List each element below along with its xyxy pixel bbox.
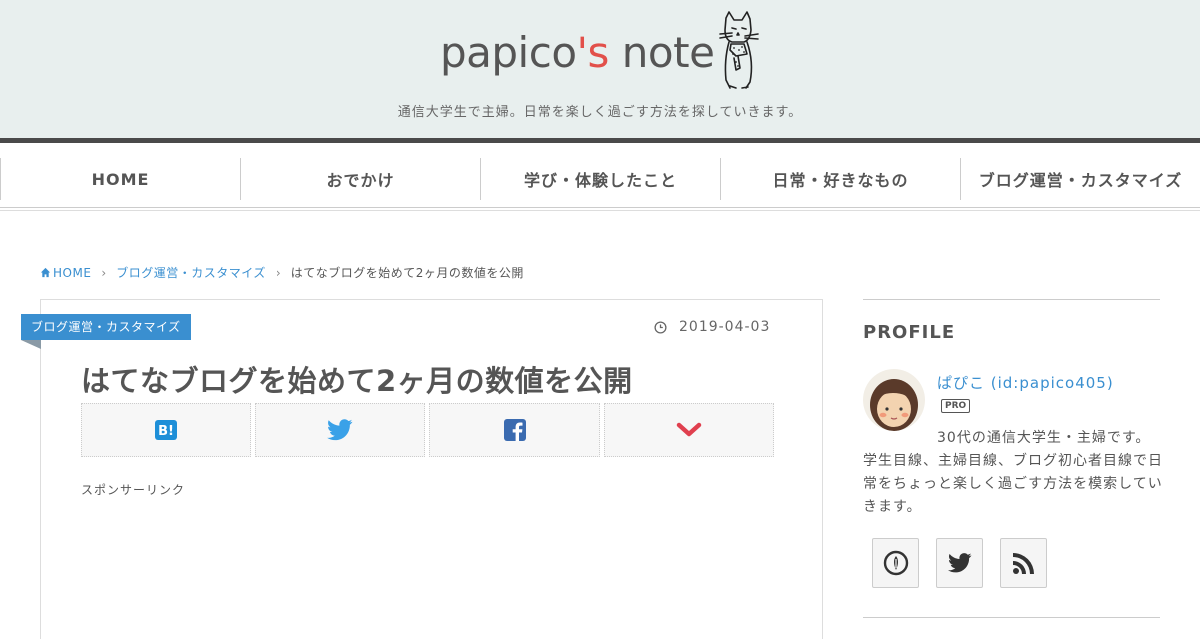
logo-text-accent: 's <box>576 28 610 77</box>
nav-item-learning[interactable]: 学び・体験したこと <box>480 158 720 200</box>
pocket-icon <box>676 422 702 437</box>
breadcrumb: HOME › ブログ運営・カスタマイズ › はてなブログを始めて2ヶ月の数値を公… <box>40 264 524 281</box>
breadcrumb-separator-icon: › <box>275 265 281 280</box>
nav-item-outing[interactable]: おでかけ <box>240 158 480 200</box>
nav-divider-secondary <box>0 210 1200 211</box>
site-tagline: 通信大学生で主婦。日常を楽しく過ごす方法を探していきます。 <box>397 105 803 120</box>
rss-subscribe-button[interactable] <box>1000 538 1047 588</box>
article-date-text: 2019-04-03 <box>679 319 771 335</box>
profile-heading: PROFILE <box>863 322 956 343</box>
svg-text:B!: B! <box>158 424 174 439</box>
avatar[interactable] <box>863 369 925 431</box>
article-category-badge[interactable]: ブログ運営・カスタマイズ <box>21 314 191 340</box>
twitter-icon <box>947 553 971 573</box>
breadcrumb-category-link[interactable]: ブログ運営・カスタマイズ <box>116 264 266 281</box>
pro-badge: PRO <box>941 399 971 413</box>
nav-item-blog[interactable]: ブログ運営・カスタマイズ <box>960 158 1200 200</box>
sidebar-divider <box>863 617 1160 618</box>
breadcrumb-separator-icon: › <box>101 265 107 280</box>
share-facebook-button[interactable] <box>429 403 600 457</box>
article-date: 2019-04-03 <box>654 319 770 335</box>
rss-icon <box>1012 553 1034 574</box>
share-pocket-button[interactable] <box>604 403 774 457</box>
home-icon <box>40 267 51 278</box>
twitter-icon <box>327 419 353 441</box>
share-twitter-button[interactable] <box>255 403 425 457</box>
share-hatena-button[interactable]: B! <box>81 403 251 457</box>
twitter-follow-button[interactable] <box>936 538 983 588</box>
sidebar-divider <box>863 299 1160 300</box>
nav-item-home[interactable]: HOME <box>0 158 240 200</box>
breadcrumb-current: はてなブログを始めて2ヶ月の数値を公開 <box>290 266 524 280</box>
main-nav: HOME おでかけ 学び・体験したこと 日常・好きなもの ブログ運営・カスタマイ… <box>0 158 1200 200</box>
nav-item-daily[interactable]: 日常・好きなもの <box>720 158 960 200</box>
feedly-follow-button[interactable] <box>872 538 919 588</box>
feedly-icon <box>883 550 908 576</box>
logo-text-end: note <box>608 28 715 77</box>
nav-divider <box>0 207 1200 208</box>
clock-icon <box>654 320 667 334</box>
profile-description: 30代の通信大学生・主婦です。学生目線、主婦目線、ブログ初心者目線で日常をちょっ… <box>863 430 1163 515</box>
logo-text-main: papico <box>440 28 577 77</box>
article-card <box>40 299 823 639</box>
sponsored-link-label: スポンサーリンク <box>81 483 186 497</box>
facebook-icon <box>503 419 526 441</box>
hatena-bookmark-icon: B! <box>155 420 177 440</box>
article-title: はてなブログを始めて2ヶ月の数値を公開 <box>81 364 633 398</box>
header-divider <box>0 138 1200 143</box>
profile-name-link[interactable]: ぱぴこ (id:papico405) <box>937 372 1114 393</box>
cat-illustration-icon <box>719 11 759 89</box>
site-header: papico's note 通信大学生で主婦。日常を楽しく過ごす方法を探していき… <box>0 0 1200 138</box>
site-logo[interactable]: papico's note <box>440 28 715 77</box>
category-badge-fold <box>21 340 41 349</box>
breadcrumb-home-link[interactable]: HOME <box>53 266 91 280</box>
